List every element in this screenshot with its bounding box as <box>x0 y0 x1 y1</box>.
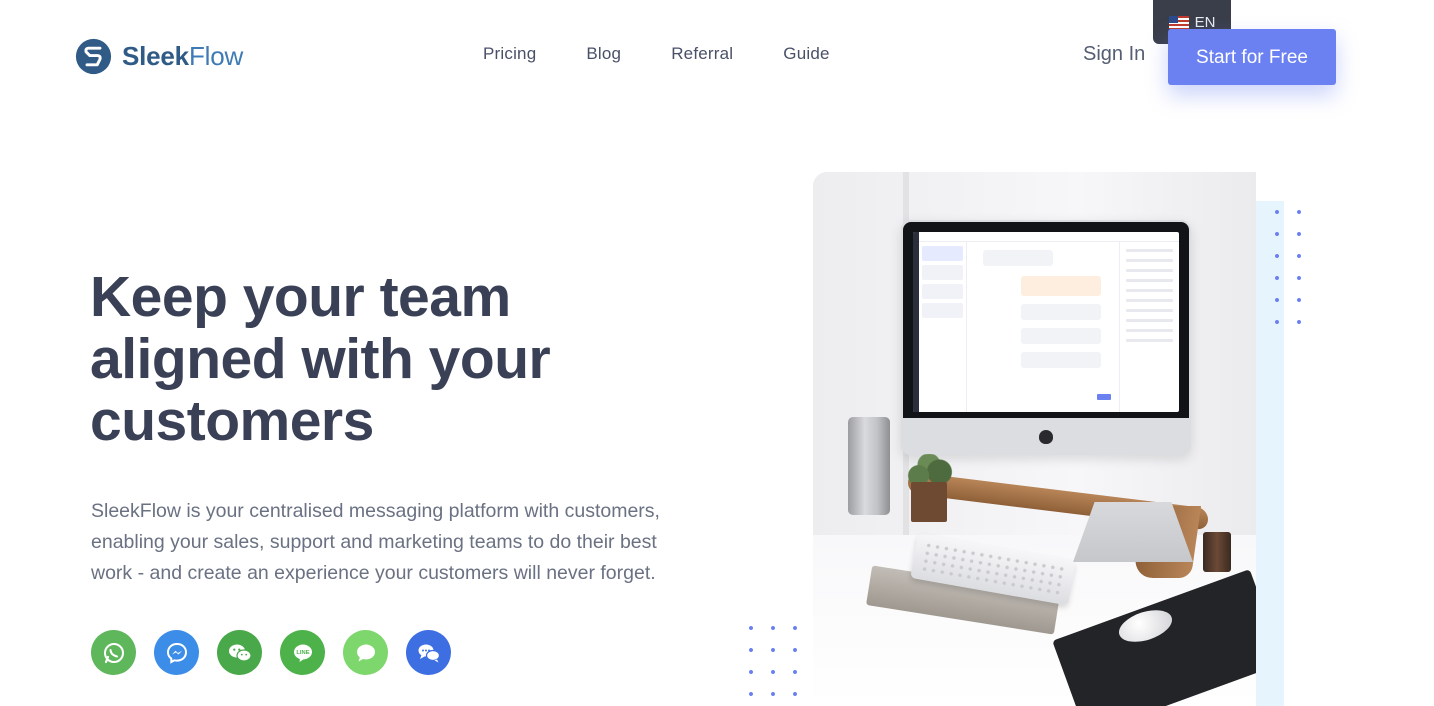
us-flag-icon <box>1168 15 1189 29</box>
wechat-icon[interactable] <box>217 630 262 675</box>
logo[interactable]: SleekFlow <box>75 38 243 75</box>
apple-logo-icon <box>1039 430 1053 444</box>
nav-item-pricing[interactable]: Pricing <box>483 44 536 64</box>
sign-in-link[interactable]: Sign In <box>1083 43 1145 66</box>
start-for-free-button[interactable]: Start for Free <box>1168 29 1336 85</box>
imac-illustration <box>901 220 1193 562</box>
sleekflow-logo-icon <box>75 38 112 75</box>
sms-icon[interactable] <box>343 630 388 675</box>
messenger-icon[interactable] <box>154 630 199 675</box>
svg-text:LINE: LINE <box>296 650 309 656</box>
livechat-icon[interactable] <box>406 630 451 675</box>
language-label: EN <box>1194 13 1216 31</box>
hero-image <box>813 172 1256 706</box>
nav-item-blog[interactable]: Blog <box>586 44 621 64</box>
cup-illustration <box>1203 532 1231 572</box>
nav-item-guide[interactable]: Guide <box>783 44 829 64</box>
plant-pot-illustration <box>911 482 947 522</box>
speaker-illustration <box>848 417 890 515</box>
line-icon[interactable]: LINE <box>280 630 325 675</box>
channel-icons: LINE <box>91 630 451 675</box>
main-nav: Pricing Blog Referral Guide <box>483 44 880 64</box>
decorative-dots-top <box>1266 201 1302 331</box>
whatsapp-icon[interactable] <box>91 630 136 675</box>
nav-item-referral[interactable]: Referral <box>671 44 733 64</box>
logo-wordmark: SleekFlow <box>122 41 244 71</box>
hero-subtext: SleekFlow is your centralised messaging … <box>91 500 660 584</box>
hero-headline: Keep your team aligned with your custome… <box>90 265 551 453</box>
app-screenshot <box>913 232 1179 412</box>
